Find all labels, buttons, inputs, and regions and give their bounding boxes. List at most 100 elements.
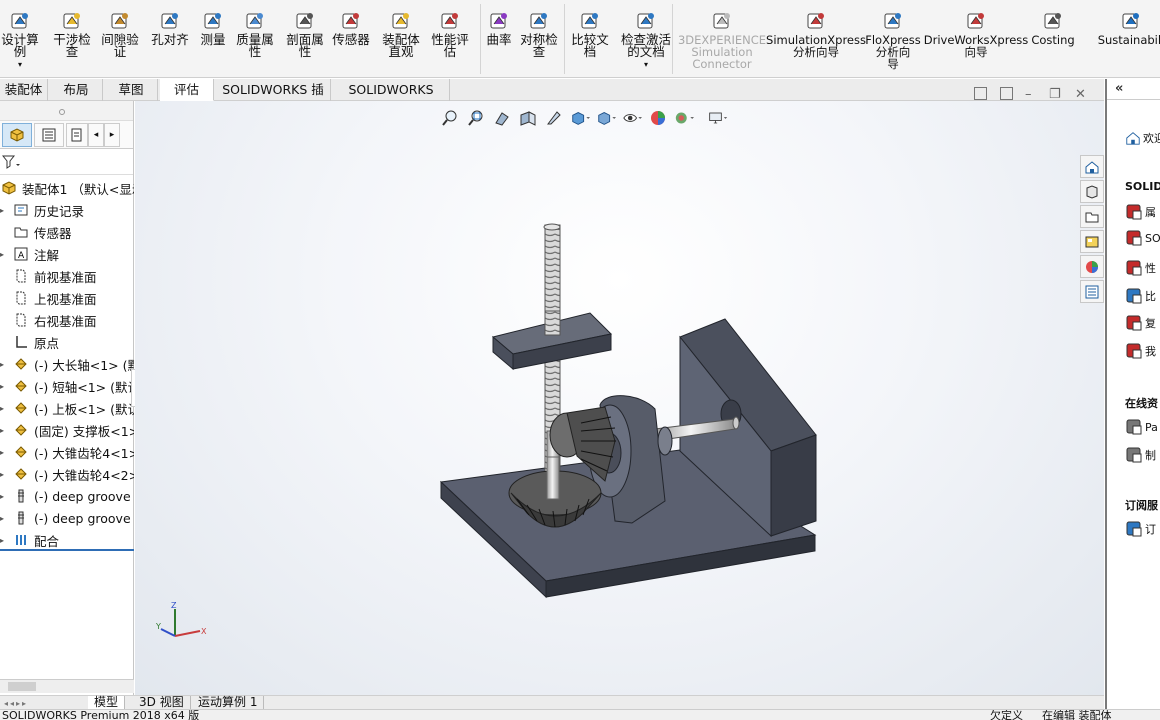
graphics-area[interactable]: – ❐ ✕ Z X Y	[135, 87, 1104, 695]
property-manager-tab[interactable]	[34, 122, 64, 147]
floxpress-button[interactable]: FloXpress 分析向 导	[865, 0, 921, 78]
task-pane-item[interactable]: 订	[1125, 520, 1160, 538]
check-active-button[interactable]: 检查激活 的文档 ▾	[619, 0, 673, 78]
tab-solidworks-resources[interactable]	[1080, 155, 1104, 178]
compare-docs-button[interactable]: 比较文 档	[570, 0, 610, 78]
sustainability-button[interactable]: Sustainabili	[1096, 0, 1160, 78]
tree-item[interactable]: ▸ (-) 大锥齿轮4<1>	[0, 441, 134, 463]
tree-item[interactable]: ▸ 历史记录	[0, 199, 134, 221]
tab-0[interactable]: 装配体	[0, 79, 48, 101]
clearance-button[interactable]: 间隙验 证	[100, 0, 140, 78]
expand-arrow-icon[interactable]: ▸	[0, 514, 12, 523]
tree-item[interactable]: 右视基准面	[0, 309, 134, 331]
sensor-button[interactable]: 传感器	[330, 0, 372, 78]
tab-1[interactable]: 布局	[50, 79, 103, 101]
manufacturers-icon	[1126, 447, 1142, 463]
document-tab-2[interactable]: 运动算例 1	[192, 696, 265, 710]
task-pane-item[interactable]: 比	[1125, 287, 1160, 305]
tab-file-explorer[interactable]	[1080, 205, 1104, 228]
perf-eval-button[interactable]: 性能评 估	[430, 0, 470, 78]
tree-item[interactable]: ▸ (-) deep groove	[0, 507, 134, 529]
task-pane-item[interactable]: 属	[1125, 203, 1160, 221]
expand-arrow-icon[interactable]: ▸	[0, 382, 12, 391]
expand-arrow-icon[interactable]: ▸	[0, 448, 12, 457]
dropdown-arrow-icon[interactable]: ▾	[644, 60, 648, 69]
tree-item[interactable]: ▸ (-) 短轴<1> (默认	[0, 375, 134, 397]
tree-filter[interactable]	[0, 149, 133, 175]
section-props-button[interactable]: 剖面属 性	[284, 0, 326, 78]
simxpress-button[interactable]: SimulationXpress 分析向导	[766, 0, 866, 78]
driveworks-button[interactable]: DriveWorksXpress 向导	[924, 0, 1028, 78]
expand-arrow-icon[interactable]: ▸	[0, 206, 12, 215]
document-tab-1[interactable]: 3D 视图	[133, 696, 191, 710]
close-window-button[interactable]: ✕	[1075, 87, 1086, 102]
tree-item[interactable]: 传感器	[0, 221, 134, 243]
tree-item[interactable]: 装配体1 （默认<显示>	[0, 177, 134, 199]
welcome-link[interactable]: 欢迎	[1125, 129, 1160, 147]
expand-arrow-icon[interactable]: ▸	[0, 470, 12, 479]
tab-4[interactable]: SOLIDWORKS 插件	[216, 79, 331, 118]
tree-item[interactable]: 前视基准面	[0, 265, 134, 287]
assembly-model[interactable]	[135, 101, 1104, 695]
tab-nav-arrows[interactable]: ◂ ◂ ▸ ▸	[0, 696, 86, 710]
tab-custom-properties[interactable]	[1080, 280, 1104, 303]
minimize-window-button[interactable]: –	[1025, 87, 1032, 102]
tree-item[interactable]: ▸ A 注解	[0, 243, 134, 265]
design-study-button[interactable]: 设计算 例 ▾	[0, 0, 40, 78]
tree-item-label: (-) 短轴<1> (默认	[34, 379, 134, 395]
tab-view-palette[interactable]	[1080, 230, 1104, 253]
dropdown-arrow-icon[interactable]: ▾	[18, 60, 22, 69]
tree-item-label: (固定) 支撑板<1>	[34, 423, 134, 439]
tab-appearances[interactable]	[1080, 255, 1104, 278]
curvature-button[interactable]: 曲率	[484, 0, 514, 78]
tree-item[interactable]: ▸ 配合	[0, 529, 134, 551]
expand-arrow-icon[interactable]: ▸	[0, 536, 12, 545]
mass-props-button[interactable]: 质量属 性	[234, 0, 276, 78]
expand-arrow-icon[interactable]: ▸	[0, 360, 12, 369]
expand-arrow-icon[interactable]: ▸	[0, 404, 12, 413]
tree-item[interactable]: 原点	[0, 331, 134, 353]
expand-arrow-icon[interactable]: ▸	[0, 426, 12, 435]
tab-5[interactable]: SOLIDWORKS MBD	[333, 79, 450, 118]
panel-header	[0, 101, 133, 121]
tile-left-button[interactable]	[974, 87, 987, 100]
expand-arrow-icon[interactable]: ▸	[0, 492, 12, 501]
symmetry-button[interactable]: 对称检 查	[519, 0, 559, 78]
tree-item[interactable]: 上视基准面	[0, 287, 134, 309]
task-pane-item[interactable]: 我	[1125, 342, 1160, 360]
interference-button[interactable]: 干涉检 查	[52, 0, 92, 78]
tab-design-library[interactable]	[1080, 180, 1104, 203]
feature-tree-tab[interactable]	[2, 122, 32, 147]
tree-item[interactable]: ▸ (-) 上板<1> (默认	[0, 397, 134, 419]
config-manager-tab[interactable]	[66, 122, 88, 147]
hole-align-button[interactable]: 孔对齐	[149, 0, 191, 78]
tile-right-button[interactable]	[1000, 87, 1013, 100]
tree-item[interactable]: ▸ (-) 大锥齿轮4<2>	[0, 463, 134, 485]
assembly-visualization-icon	[392, 13, 409, 29]
measure-button[interactable]: 测量	[198, 0, 228, 78]
tab-2[interactable]: 草图	[105, 79, 158, 101]
task-pane-item[interactable]: Pa	[1125, 418, 1160, 436]
expand-arrow-icon[interactable]: ▸	[0, 250, 12, 259]
task-pane-item[interactable]: SO	[1125, 229, 1160, 247]
tree-item[interactable]: ▸ (-) 大长轴<1> (默	[0, 353, 134, 375]
tab-3[interactable]: 评估	[160, 79, 214, 101]
measure-icon	[204, 13, 221, 29]
restore-window-button[interactable]: ❐	[1049, 87, 1061, 102]
tree-item-label: (-) 大锥齿轮4<2>	[34, 467, 134, 483]
task-pane-item[interactable]: 制	[1125, 446, 1160, 464]
horizontal-scrollbar[interactable]	[0, 679, 134, 693]
tree-item[interactable]: ▸ (固定) 支撑板<1>	[0, 419, 134, 441]
tree-item[interactable]: ▸ (-) deep groove	[0, 485, 134, 507]
top-plate[interactable]	[491, 310, 613, 371]
task-pane-collapse-button[interactable]: «	[1115, 81, 1123, 96]
tab-scroll-right[interactable]: ▸	[104, 122, 120, 147]
tab-scroll-left[interactable]: ◂	[88, 122, 104, 147]
assembly-visual-button[interactable]: 装配体 直观	[381, 0, 421, 78]
document-tab-0[interactable]: 模型	[88, 696, 126, 710]
sensor-icon	[342, 13, 359, 29]
task-pane-item[interactable]: 性	[1125, 259, 1160, 277]
task-pane-item[interactable]: 复	[1125, 314, 1160, 332]
costing-button[interactable]: Costing	[1030, 0, 1076, 78]
origin-icon	[16, 336, 27, 348]
